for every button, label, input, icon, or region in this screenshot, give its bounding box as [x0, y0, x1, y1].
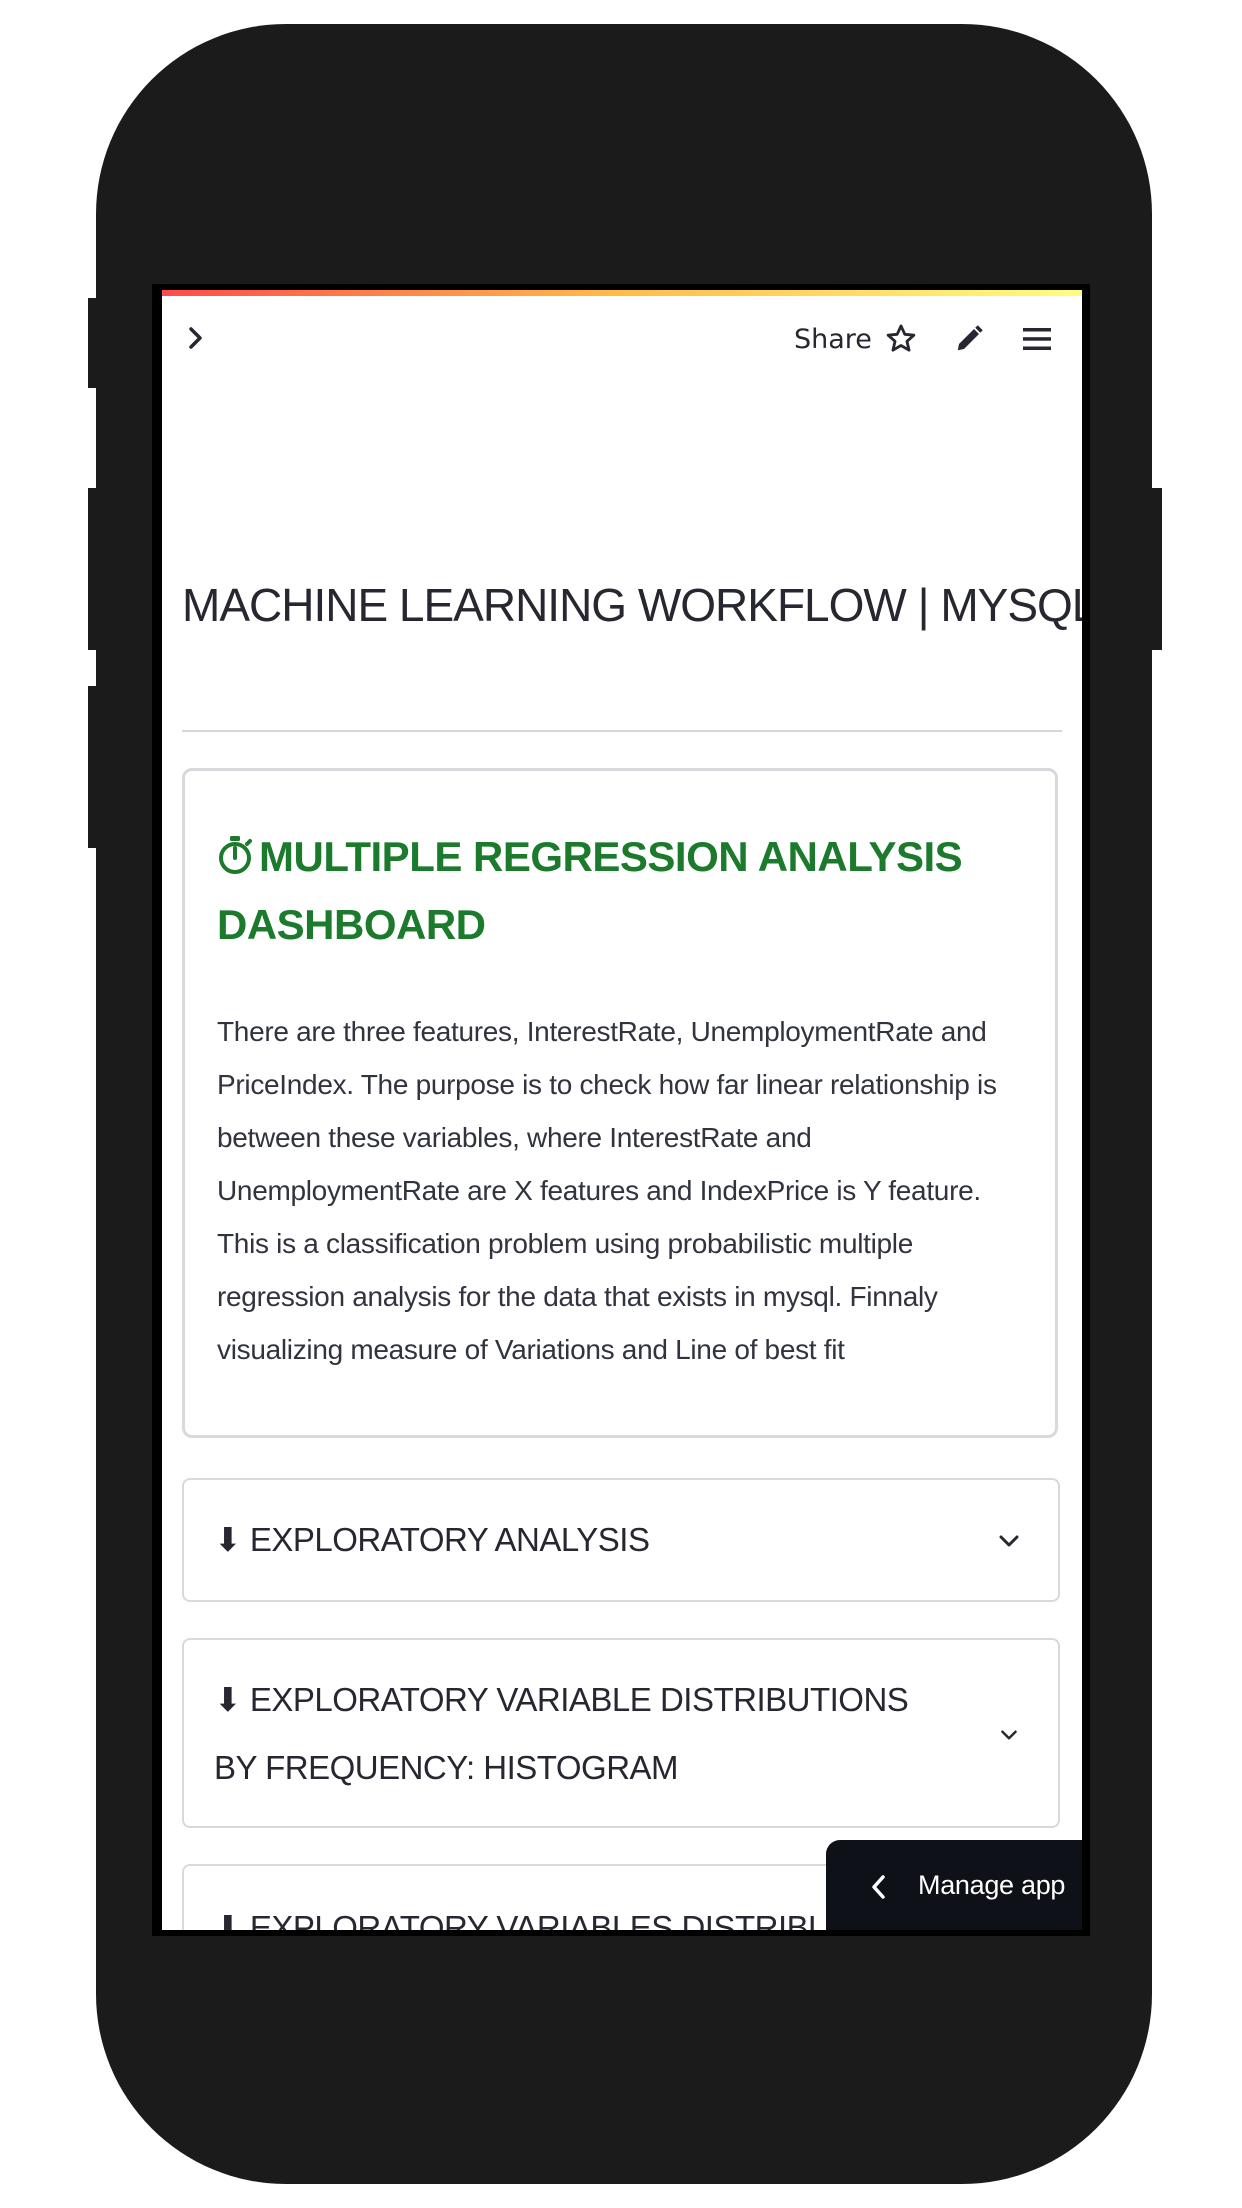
chevron-down-icon [996, 1722, 1022, 1748]
phone-mute-switch [88, 298, 104, 388]
expander-label: ⬇ EXPLORATORY ANALYSIS [214, 1521, 650, 1558]
expand-sidebar-button[interactable] [180, 322, 212, 354]
chevron-left-icon [868, 1872, 890, 1902]
hamburger-menu-icon [1023, 328, 1051, 350]
favorite-button[interactable] [882, 320, 920, 358]
phone-volume-down-button [88, 686, 104, 848]
phone-power-button [1144, 488, 1162, 650]
expander-label: ⬇ EXPLORATORY VARIABLES DISTRIBUTIONS [214, 1909, 930, 1930]
card-title-text: MULTIPLE REGRESSION ANALYSIS DASHBOARD [217, 833, 963, 948]
manage-app-label: Manage app [918, 1870, 1066, 1900]
divider [182, 730, 1062, 732]
app-screen: Share MACHINE LEARNING WORKFLOW | MYSQL … [162, 290, 1082, 1930]
card-title: MULTIPLE REGRESSION ANALYSIS DASHBOARD [217, 825, 1037, 957]
expander-exploratory-analysis[interactable]: ⬇ EXPLORATORY ANALYSIS [182, 1478, 1060, 1602]
stopwatch-icon [217, 829, 253, 893]
page-title: MACHINE LEARNING WORKFLOW | MYSQL [182, 579, 1082, 631]
decoration-bar [162, 290, 1082, 296]
pencil-icon [957, 325, 983, 351]
expander-label: ⬇ EXPLORATORY VARIABLE DISTRIBUTIONS BY … [214, 1681, 909, 1786]
manage-app-button[interactable]: Manage app [826, 1840, 1082, 1930]
chevron-right-icon [189, 327, 202, 349]
chevron-down-icon [996, 1528, 1022, 1554]
info-card: MULTIPLE REGRESSION ANALYSIS DASHBOARD T… [182, 768, 1058, 1438]
share-button[interactable]: Share [794, 324, 872, 355]
card-description: There are three features, InterestRate, … [217, 1016, 997, 1365]
main-menu-button[interactable] [1018, 320, 1056, 358]
star-icon [886, 324, 916, 352]
app-header: Share [162, 314, 1082, 364]
expander-variable-distributions-histogram[interactable]: ⬇ EXPLORATORY VARIABLE DISTRIBUTIONS BY … [182, 1638, 1060, 1828]
edit-button[interactable] [950, 320, 988, 358]
phone-volume-up-button [88, 488, 104, 650]
